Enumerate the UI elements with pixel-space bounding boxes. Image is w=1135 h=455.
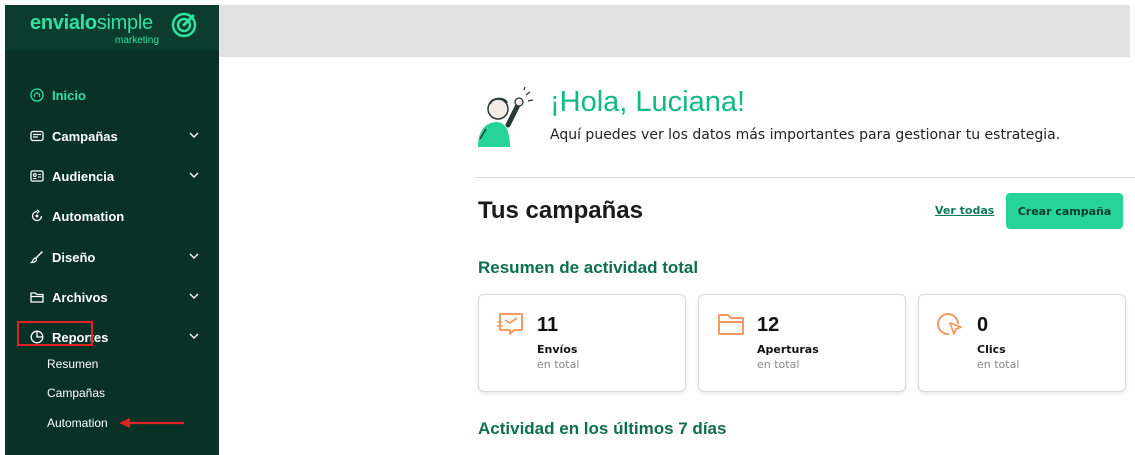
open-folder-icon — [718, 314, 744, 335]
stat-sub: en total — [757, 358, 800, 371]
send-icon — [497, 313, 523, 335]
sidebar-item-label: Inicio — [52, 87, 86, 103]
stat-card-clics: 0 Clics en total — [918, 294, 1126, 392]
chevron-down-icon — [189, 132, 199, 138]
stat-label: Clics — [977, 343, 1006, 356]
brush-icon — [30, 250, 44, 264]
automation-icon — [30, 209, 44, 223]
stat-sub: en total — [537, 358, 580, 371]
divider — [475, 177, 1135, 178]
chevron-down-icon — [189, 293, 199, 299]
stat-label: Envíos — [537, 343, 578, 356]
sidebar-item-label: Diseño — [52, 249, 96, 265]
chevron-down-icon — [189, 172, 199, 178]
chevron-down-icon — [189, 253, 199, 259]
sidebar-item-label: Automation — [52, 208, 125, 224]
brand-spiral-icon — [171, 12, 197, 38]
page: envialosimple marketing Inicio Campañas — [0, 0, 1135, 455]
stat-value: 12 — [757, 314, 780, 336]
sidebar-item-archivos[interactable]: Archivos — [30, 285, 200, 309]
create-campaign-button[interactable]: Crear campaña — [1006, 193, 1123, 229]
stat-card-aperturas: 12 Aperturas en total — [698, 294, 906, 392]
summary-title: Resumen de actividad total — [478, 258, 699, 277]
brand-wordmark: envialosimple — [30, 12, 153, 34]
mail-icon — [30, 129, 44, 143]
sidebar-item-label: Archivos — [52, 289, 108, 305]
annotation-highlight-box — [17, 321, 93, 346]
annotation-arrow-icon — [119, 418, 184, 428]
sidebar-item-diseno[interactable]: Diseño — [30, 245, 200, 269]
sidebar-subitem-campanas[interactable]: Campañas — [47, 386, 105, 400]
sidebar: envialosimple marketing Inicio Campañas — [5, 5, 219, 455]
click-icon — [937, 313, 962, 336]
folder-icon — [30, 290, 44, 304]
waving-person-illustration — [478, 87, 534, 147]
greeting-subtitle: Aquí puedes ver los datos más importante… — [550, 127, 1061, 143]
sidebar-item-label: Campañas — [52, 128, 118, 144]
sidebar-item-inicio[interactable]: Inicio — [30, 83, 200, 107]
sidebar-item-audiencia[interactable]: Audiencia — [30, 164, 200, 188]
stat-sub: en total — [977, 358, 1020, 371]
stat-label: Aperturas — [757, 343, 819, 356]
sidebar-item-automation[interactable]: Automation — [30, 204, 200, 228]
activity-title: Actividad en los últimos 7 días — [478, 419, 727, 438]
stat-card-envios: 11 Envíos en total — [478, 294, 686, 392]
view-all-link[interactable]: Ver todas — [935, 204, 994, 217]
top-bar — [219, 5, 1130, 57]
campaigns-title: Tus campañas — [478, 197, 643, 224]
brand-header[interactable]: envialosimple marketing — [5, 5, 219, 50]
stat-value: 0 — [977, 314, 989, 336]
sidebar-item-label: Audiencia — [52, 168, 115, 184]
sidebar-subitem-resumen[interactable]: Resumen — [47, 357, 98, 371]
greeting-title: ¡Hola, Luciana! — [550, 86, 746, 118]
contacts-icon — [30, 169, 44, 183]
stat-value: 11 — [537, 314, 559, 336]
sidebar-subitem-automation[interactable]: Automation — [47, 416, 108, 430]
home-icon — [30, 88, 44, 102]
brand-tagline: marketing — [115, 35, 159, 46]
chevron-down-icon — [189, 333, 199, 339]
sidebar-item-campanas[interactable]: Campañas — [30, 124, 200, 148]
